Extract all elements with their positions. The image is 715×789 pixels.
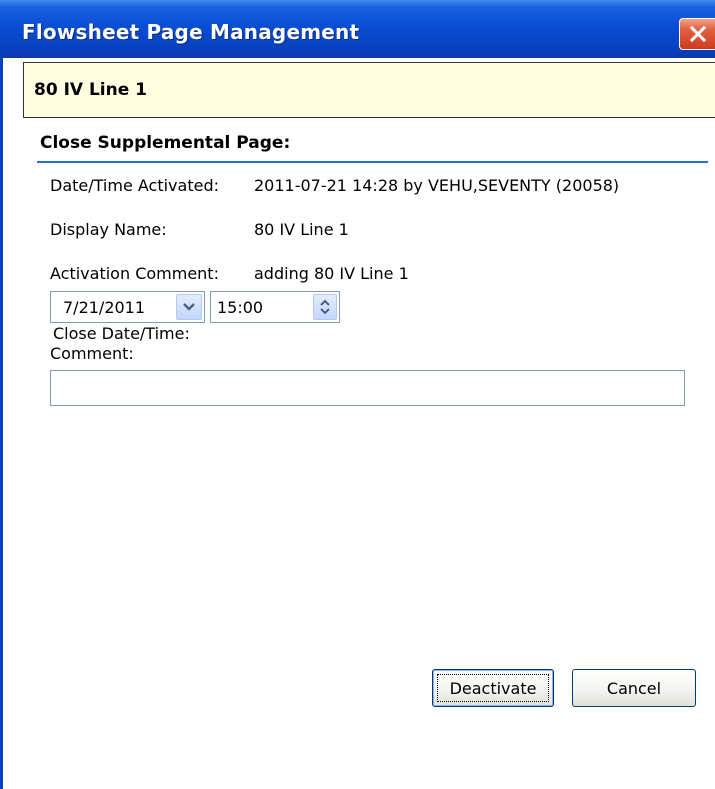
display-name-label: Display Name:: [50, 220, 167, 239]
activation-comment-value: adding 80 IV Line 1: [254, 264, 409, 283]
dialog-window: Flowsheet Page Management 80 IV Line 1 C…: [0, 0, 715, 789]
section-title: Close Supplemental Page:: [40, 133, 291, 153]
spin-up-down-icon: [320, 299, 330, 315]
date-dropdown-button[interactable]: [176, 294, 202, 320]
activation-comment-label: Activation Comment:: [50, 264, 219, 283]
comment-label: Comment:: [50, 344, 134, 363]
page-header: 80 IV Line 1: [23, 62, 715, 118]
title-bar[interactable]: Flowsheet Page Management: [0, 0, 715, 58]
close-date-picker[interactable]: 7/21/2011: [50, 291, 205, 323]
time-spin-button[interactable]: [313, 294, 337, 320]
page-header-title: 80 IV Line 1: [34, 80, 148, 100]
close-datetime-label: Close Date/Time:: [53, 324, 190, 343]
cancel-button[interactable]: Cancel: [572, 669, 696, 707]
display-name-value: 80 IV Line 1: [254, 220, 349, 239]
window-title: Flowsheet Page Management: [22, 20, 360, 44]
deactivate-button-label: Deactivate: [449, 678, 537, 698]
chevron-down-icon: [183, 303, 195, 311]
close-time-spinner[interactable]: 15:00: [210, 291, 340, 323]
section-divider: [37, 161, 708, 163]
date-time-activated-value: 2011-07-21 14:28 by VEHU,SEVENTY (20058): [254, 176, 620, 195]
close-button[interactable]: [679, 18, 715, 50]
deactivate-button[interactable]: Deactivate: [432, 669, 554, 707]
date-time-activated-label: Date/Time Activated:: [50, 176, 219, 195]
cancel-button-label: Cancel: [606, 678, 662, 698]
close-icon: [690, 26, 706, 42]
close-date-value: 7/21/2011: [63, 298, 146, 317]
close-time-value: 15:00: [217, 298, 264, 317]
comment-input[interactable]: [50, 370, 685, 406]
